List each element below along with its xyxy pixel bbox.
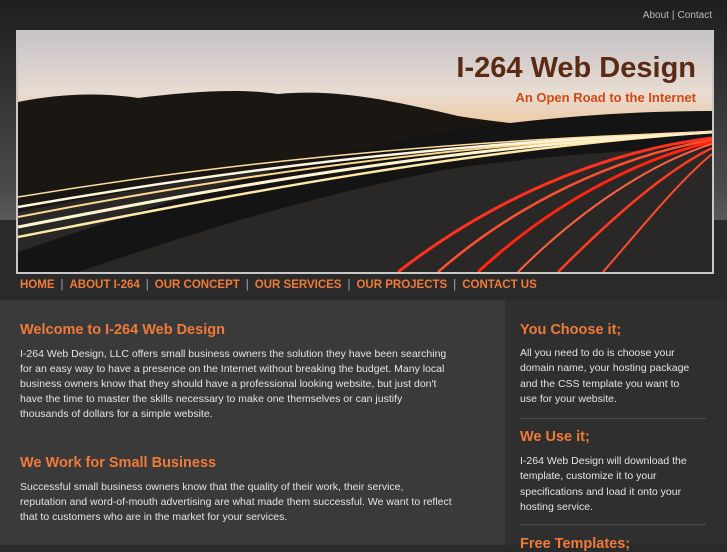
use-line: template, customize it to your: [520, 470, 657, 482]
nav-separator: |: [453, 279, 457, 291]
nav-contact[interactable]: CONTACT US: [462, 279, 537, 291]
welcome-line: for an easy way to have a presence on th…: [20, 363, 445, 375]
nav-about[interactable]: ABOUT I-264: [70, 279, 140, 291]
welcome-line: have the time to master the skills neces…: [20, 393, 403, 405]
nav-separator: |: [347, 279, 351, 291]
top-links: About | Contact: [643, 10, 712, 21]
top-links-separator: |: [671, 10, 675, 21]
site-title: I-264 Web Design: [456, 52, 696, 84]
main-content: Welcome to I-264 Web Design I-264 Web De…: [0, 300, 505, 545]
use-line: I-264 Web Design will download the: [520, 455, 687, 467]
nav-separator: |: [145, 279, 149, 291]
use-heading: We Use it;: [520, 429, 590, 445]
work-line: reputation and word-of-mouth advertising…: [20, 496, 452, 508]
work-line: that to customers who are in the market …: [20, 511, 288, 523]
choose-line: and the CSS template you want to: [520, 378, 680, 390]
choose-line: domain name, your hosting package: [520, 362, 690, 374]
sidebar-divider: [520, 524, 705, 525]
contact-link[interactable]: Contact: [678, 10, 712, 21]
site-tagline: An Open Road to the Internet: [515, 90, 696, 105]
welcome-line: business owners know that they should ha…: [20, 378, 437, 390]
header-banner: I-264 Web Design An Open Road to the Int…: [16, 30, 714, 274]
welcome-line: I-264 Web Design, LLC offers small busin…: [20, 348, 447, 360]
about-link[interactable]: About: [643, 10, 669, 21]
work-heading: We Work for Small Business: [20, 455, 217, 471]
sidebar: You Choose it; All you need to do is cho…: [505, 300, 727, 552]
sidebar-divider: [520, 418, 705, 419]
use-line: specifications and load it onto your: [520, 486, 682, 498]
work-line: Successful small business owners know th…: [20, 481, 404, 493]
nav-services[interactable]: OUR SERVICES: [255, 279, 342, 291]
nav-projects[interactable]: OUR PROJECTS: [356, 279, 447, 291]
nav-separator: |: [245, 279, 249, 291]
welcome-heading: Welcome to I-264 Web Design: [20, 322, 225, 338]
use-line: hosting service.: [520, 501, 593, 513]
nav-home[interactable]: HOME: [20, 279, 55, 291]
nav-concept[interactable]: OUR CONCEPT: [155, 279, 240, 291]
nav-separator: |: [60, 279, 64, 291]
choose-line: All you need to do is choose your: [520, 347, 675, 359]
choose-heading: You Choose it;: [520, 322, 622, 338]
welcome-line: thousands of dollars for a simple websit…: [20, 408, 213, 420]
choose-line: use for your website.: [520, 393, 617, 405]
free-templates-heading: Free Templates;: [520, 536, 631, 552]
main-nav: HOME | ABOUT I-264 | OUR CONCEPT | OUR SERVICE…: [20, 279, 537, 291]
